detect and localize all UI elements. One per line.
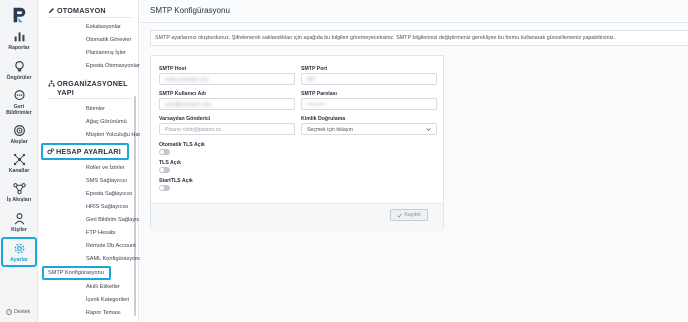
rail-label: Ayarlar <box>10 257 28 263</box>
help-circle-icon: ? <box>6 309 12 315</box>
person-icon <box>14 213 24 225</box>
section-head-organizasyonel-yapi: ORGANİZASYONEL YAPI <box>48 79 134 97</box>
starttls-label: StartTLS Açık <box>159 178 193 184</box>
page-title: SMTP Konfigürasyonu <box>150 6 230 15</box>
rail-item-raporlar[interactable]: Raporlar <box>1 30 37 51</box>
smtp-form-card: SMTP Host smtp.example.com SMTP Port 587… <box>150 55 444 231</box>
pisano-logo[interactable] <box>10 6 28 24</box>
port-input[interactable]: 587 <box>301 73 437 85</box>
submenu-scrollbar[interactable] <box>134 96 136 316</box>
rail-label: Raporlar <box>8 45 30 51</box>
menu-link-ftp-hesabi[interactable]: FTP Hesabı <box>86 230 116 236</box>
menu-link-roller-izinler[interactable]: Roller ve İzinler <box>86 165 125 171</box>
pen-icon <box>48 8 54 14</box>
password-value: •••••••••• <box>307 102 326 108</box>
save-button[interactable]: Kaydet <box>390 209 428 221</box>
menu-link-saml[interactable]: SAML Konfigürasyonu <box>86 256 141 262</box>
rail-item-kisiler[interactable]: Kişiler <box>1 212 37 233</box>
lightbulb-icon <box>14 61 24 72</box>
rail-label: Öngörüler <box>6 75 32 81</box>
menu-link-remote-db[interactable]: Remote Db Account <box>86 243 136 249</box>
username-label: SMTP Kullanıcı Adı <box>159 91 206 97</box>
menu-link-hris-saglayicisi[interactable]: HRIS Sağlayıcısı <box>86 204 128 210</box>
port-label: SMTP Port <box>301 66 328 72</box>
rail-label: Kişiler <box>11 227 27 233</box>
info-banner: SMTP ayarlarınız oluşturdunuz. Şifrelene… <box>150 30 688 46</box>
rail-item-geri-bildirimler[interactable]: Geri Bildirimler <box>1 89 37 116</box>
section-divider <box>48 17 132 18</box>
gears-icon <box>47 148 54 155</box>
save-label: Kaydet <box>404 212 421 218</box>
auth-select[interactable]: Seçmek için tıklayın <box>301 123 437 135</box>
rail-item-is-akislari[interactable]: İş Akışları <box>1 182 37 203</box>
section-head-hesap-ayarlari: HESAP AYARLARI <box>41 143 129 160</box>
password-label: SMTP Parolası <box>301 91 337 97</box>
menu-link-eskalasyonlar[interactable]: Eskalasyonlar <box>86 24 121 30</box>
section-head-otomasyon: OTOMASYON <box>48 6 106 15</box>
sender-input[interactable]: Pisano <info@pisano.co <box>159 123 295 135</box>
menu-link-rapor-temasi[interactable]: Rapor Teması <box>86 310 121 316</box>
support-link[interactable]: ? Destek <box>6 309 30 315</box>
sitemap-icon <box>48 80 55 87</box>
rail-item-akislar[interactable]: Akışlar <box>1 124 37 145</box>
rail-label: Geri Bildirimler <box>6 104 32 116</box>
starttls-toggle[interactable] <box>159 185 170 191</box>
section-divider <box>48 98 132 99</box>
bar-chart-icon <box>14 32 24 42</box>
menu-link-smtp-konfigurasyonu[interactable]: SMTP Konfigürasyonu <box>42 266 111 280</box>
tls-label: TLS Açık <box>159 160 182 166</box>
main-content: SMTP Konfigürasyonu SMTP ayarlarınız olu… <box>140 0 688 322</box>
menu-link-agac-gorunumu[interactable]: Ağaç Görünümü <box>86 119 127 125</box>
menu-link-planlanmis-isler[interactable]: Planlanmış İşler <box>86 50 126 56</box>
chevron-down-icon <box>426 128 431 131</box>
host-value: smtp.example.com <box>165 77 209 83</box>
title-divider <box>140 22 688 23</box>
rail-label: Kanallar <box>8 168 30 174</box>
rail-item-ongoruler[interactable]: Öngörüler <box>1 60 37 81</box>
support-label: Destek <box>14 309 31 315</box>
app: Raporlar Öngörüler Geri Bildirimler Akış… <box>0 0 688 322</box>
icon-rail: Raporlar Öngörüler Geri Bildirimler Akış… <box>0 0 38 322</box>
rail-item-kanallar[interactable]: Kanallar <box>1 153 37 174</box>
sender-label: Varsayılan Gönderici <box>159 116 211 122</box>
settings-submenu: OTOMASYON Eskalasyonlar Otomatik Görevle… <box>38 0 154 322</box>
menu-link-sms-saglayicisi[interactable]: SMS Sağlayıcısı <box>86 178 127 184</box>
target-icon <box>13 125 25 136</box>
rail-label: İş Akışları <box>6 197 32 203</box>
auth-selected-value: Seçmek için tıklayın <box>307 127 353 133</box>
chat-bubble-icon <box>13 90 25 101</box>
username-value: user@example.com <box>165 102 212 108</box>
network-icon <box>13 153 25 166</box>
gear-icon <box>14 243 24 254</box>
host-input[interactable]: smtp.example.com <box>159 73 295 85</box>
rail-label: Akışlar <box>10 139 28 145</box>
auto-tls-label: Otomatik TLS Açık <box>159 142 205 148</box>
port-value: 587 <box>307 77 316 83</box>
menu-link-icerik-kategorileri[interactable]: İçerik Kategorileri <box>86 297 129 303</box>
auth-label: Kimlik Doğrulama <box>301 116 346 122</box>
menu-link-otomatik-gorevler[interactable]: Otomatik Görevler <box>86 37 131 43</box>
check-icon <box>397 213 403 218</box>
svg-text:?: ? <box>8 310 10 314</box>
menu-link-birimler[interactable]: Birimler <box>86 106 105 112</box>
password-input[interactable]: •••••••••• <box>301 98 437 110</box>
auto-tls-toggle[interactable] <box>159 149 170 155</box>
username-input[interactable]: user@example.com <box>159 98 295 110</box>
menu-link-eposta-saglayicisi[interactable]: Eposta Sağlayıcısı <box>86 191 132 197</box>
host-label: SMTP Host <box>159 66 187 72</box>
menu-link-akilli-etiketler[interactable]: Akıllı Etiketler <box>86 284 120 290</box>
menu-link-eposta-otomasyonlari[interactable]: Eposta Otomasyonları <box>86 63 141 69</box>
menu-link-geri-bildirim-saglayicisi[interactable]: Geri Bildirim Sağlayıcısı <box>86 217 145 223</box>
workflow-icon <box>12 183 26 195</box>
tls-toggle[interactable] <box>159 167 170 173</box>
rail-item-ayarlar[interactable]: Ayarlar <box>1 237 37 267</box>
